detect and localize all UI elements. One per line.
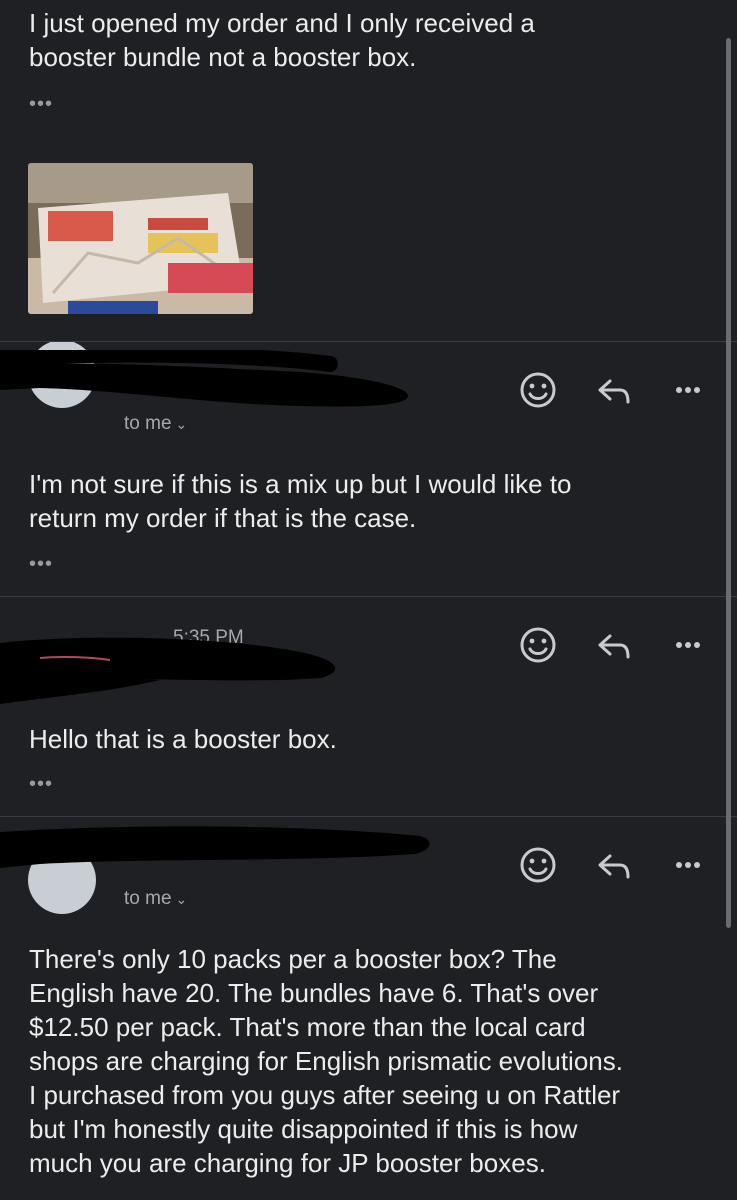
message-line: English have 20. The bundles have 6. Tha… xyxy=(29,978,599,1008)
message-line: I purchased from you guys after seeing u… xyxy=(29,1080,621,1110)
message-divider xyxy=(0,596,737,597)
smiley-face-icon[interactable] xyxy=(518,625,558,665)
redaction-scribble xyxy=(0,637,336,704)
reply-arrow-icon[interactable] xyxy=(594,372,634,412)
show-quoted-text-button[interactable]: ••• xyxy=(29,93,53,116)
message-line: I'm not sure if this is a mix up but I w… xyxy=(29,469,572,499)
redaction-scribble xyxy=(0,826,430,868)
recipient-label: to me xyxy=(124,888,172,909)
reply-arrow-icon[interactable] xyxy=(594,627,634,667)
show-quoted-text-button[interactable]: ••• xyxy=(29,773,53,796)
message-line: $12.50 per pack. That's more than the lo… xyxy=(29,1012,586,1042)
message-line: much you are charging for JP booster box… xyxy=(29,1148,546,1178)
smiley-face-icon[interactable] xyxy=(518,370,558,410)
chevron-down-icon: ⌄ xyxy=(175,891,188,907)
scrollbar[interactable] xyxy=(726,38,731,928)
smiley-face-icon[interactable] xyxy=(518,845,558,885)
message-line: but I'm honestly quite disappointed if t… xyxy=(29,1114,578,1144)
reply-arrow-icon[interactable] xyxy=(594,847,634,887)
message-3-body: Hello that is a booster box. xyxy=(29,724,337,754)
message-line: There's only 10 packs per a booster box?… xyxy=(29,944,557,974)
show-quoted-text-button[interactable]: ••• xyxy=(29,553,53,576)
redaction-scribble xyxy=(0,350,409,407)
more-horizontal-icon[interactable] xyxy=(668,845,708,885)
more-horizontal-icon[interactable] xyxy=(668,370,708,410)
message-line: return my order if that is the case. xyxy=(29,503,417,533)
recipient-details-toggle[interactable]: to me ⌄ xyxy=(124,888,187,910)
message-line: booster bundle not a booster box. xyxy=(29,42,417,72)
message-line: I just opened my order and I only receiv… xyxy=(29,8,535,38)
message-line: shops are charging for English prismatic… xyxy=(29,1046,623,1076)
more-horizontal-icon[interactable] xyxy=(668,625,708,665)
message-divider xyxy=(0,816,737,817)
attachment-image-thumbnail[interactable] xyxy=(28,163,253,314)
